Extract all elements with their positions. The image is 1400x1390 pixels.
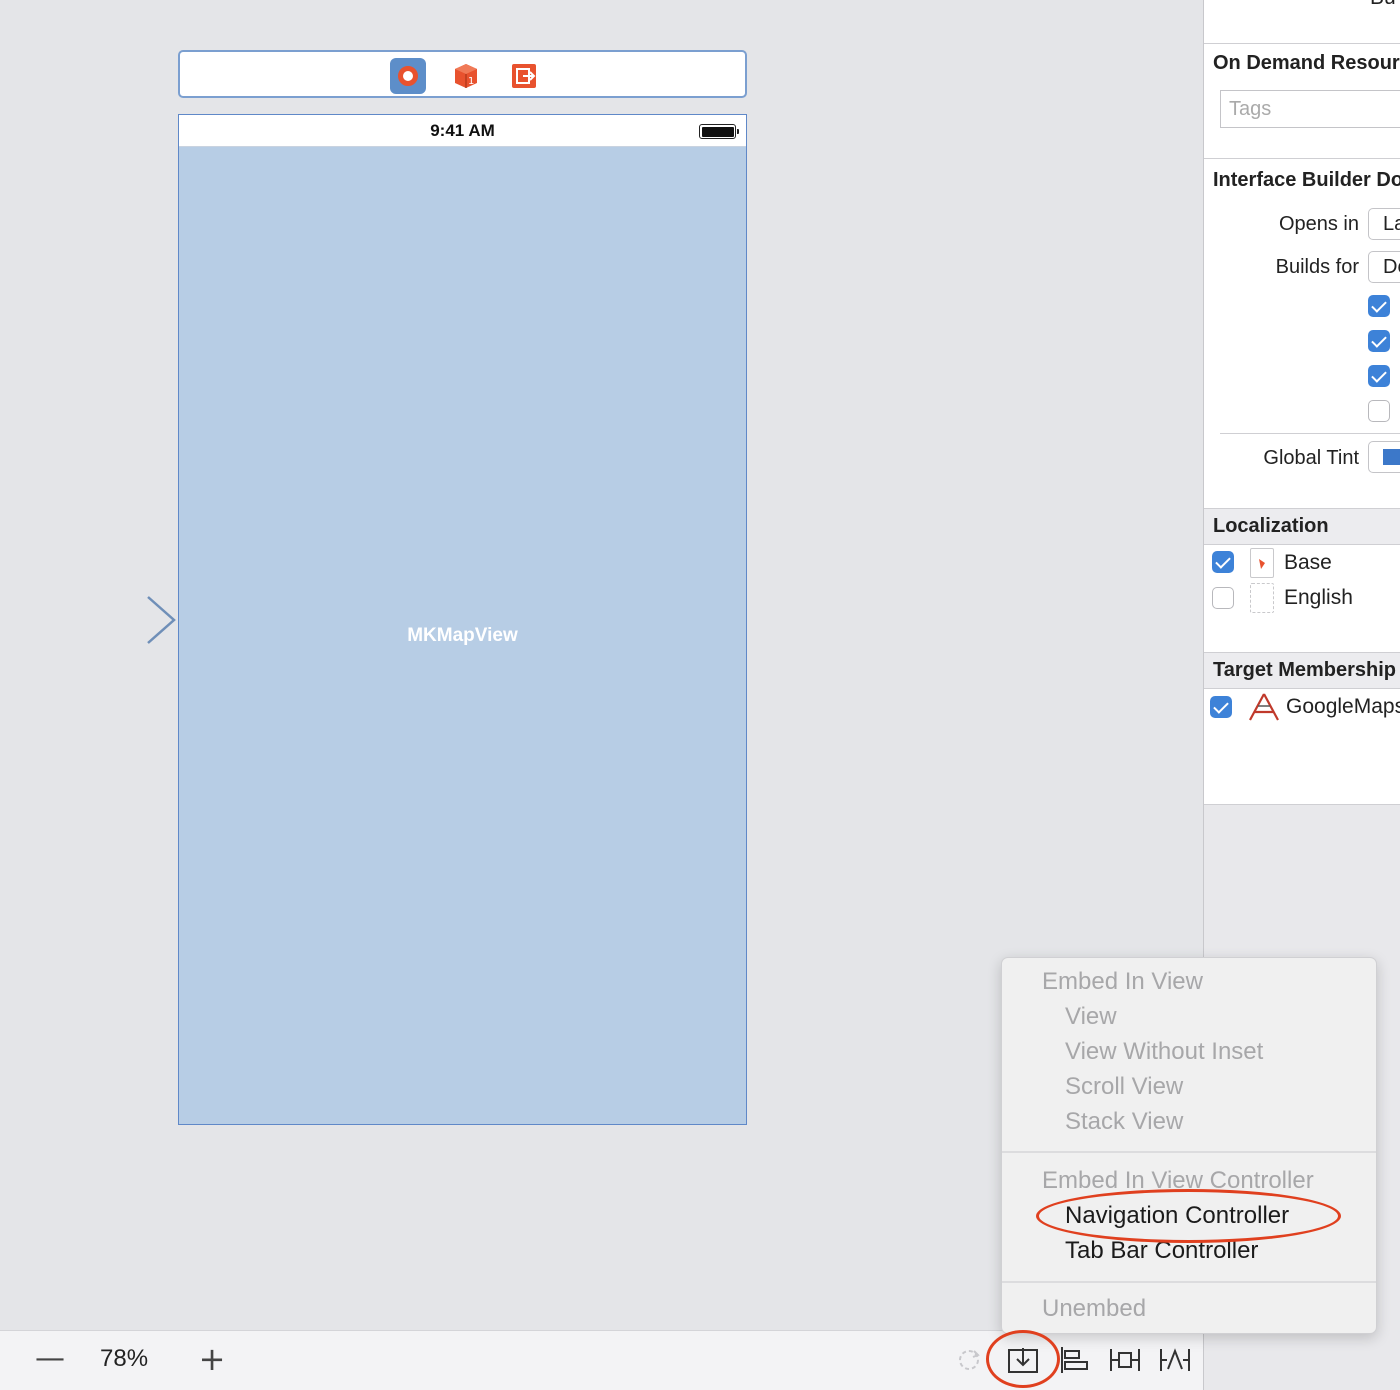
- use-safe-area-guides-checkbox[interactable]: [1368, 365, 1390, 387]
- svg-text:1: 1: [468, 76, 474, 87]
- localization-base-checkbox[interactable]: [1212, 551, 1234, 573]
- map-view-label: MKMapView: [407, 625, 518, 646]
- builds-for-label: Builds for: [1275, 256, 1359, 278]
- menu-item-tab-bar-controller[interactable]: Tab Bar Controller: [1065, 1237, 1258, 1265]
- menu-header-embed-in-view: Embed In View: [1042, 968, 1203, 995]
- menu-item-scroll-view[interactable]: Scroll View: [1065, 1073, 1183, 1101]
- target-membership-title: Target Membership: [1213, 659, 1396, 681]
- interface-builder-document-title: Interface Builder Document: [1213, 169, 1400, 191]
- menu-separator: [1002, 1281, 1376, 1283]
- menu-header-embed-in-view-controller: Embed In View Controller: [1042, 1167, 1314, 1194]
- localization-title: Localization: [1213, 515, 1329, 537]
- scene-dock: 1: [178, 50, 747, 98]
- embed-in-icon[interactable]: [1006, 1345, 1040, 1375]
- global-tint-swatch: [1383, 449, 1400, 465]
- target-googlemaps-checkbox[interactable]: [1210, 696, 1232, 718]
- use-autolayout-checkbox[interactable]: [1368, 295, 1390, 317]
- view-controller-scene[interactable]: 9:41 AM MKMapView: [178, 114, 747, 1125]
- localization-english-checkbox[interactable]: [1212, 587, 1234, 609]
- align-icon[interactable]: [1058, 1345, 1092, 1375]
- menu-item-unembed[interactable]: Unembed: [1042, 1295, 1146, 1323]
- menu-item-view[interactable]: View: [1065, 1003, 1117, 1031]
- use-as-launch-screen-checkbox[interactable]: [1368, 400, 1390, 422]
- divider: [1204, 158, 1400, 159]
- target-googlemaps-label: GoogleMaps: [1286, 695, 1400, 718]
- canvas-bottom-bar: — 78% +: [0, 1330, 1203, 1390]
- tags-field[interactable]: Tags: [1220, 90, 1400, 128]
- builds-for-popup[interactable]: Deployment Target: [1368, 251, 1400, 283]
- embed-in-menu: Embed In View View View Without Inset Sc…: [1001, 957, 1377, 1334]
- first-responder-icon[interactable]: 1: [448, 58, 484, 94]
- battery-icon: [699, 124, 739, 139]
- view-controller-icon[interactable]: [390, 58, 426, 94]
- empty-file-icon: [1250, 583, 1274, 613]
- divider: [1204, 43, 1400, 44]
- status-time: 9:41 AM: [430, 121, 495, 140]
- menu-separator: [1002, 1151, 1376, 1153]
- divider: [1204, 688, 1400, 689]
- use-trait-variations-checkbox[interactable]: [1368, 330, 1390, 352]
- localization-english-label: English: [1284, 586, 1353, 609]
- app-target-icon: [1249, 693, 1279, 721]
- divider: [1204, 544, 1400, 545]
- global-tint-label: Global Tint: [1263, 447, 1359, 469]
- inspector-header-fragment: Bu: [1370, 0, 1396, 10]
- exit-icon[interactable]: [506, 58, 542, 94]
- zoom-out-button[interactable]: —: [34, 1343, 66, 1375]
- menu-item-navigation-controller[interactable]: Navigation Controller: [1065, 1202, 1289, 1230]
- opens-in-label: Opens in: [1278, 213, 1359, 235]
- resolve-autolayout-icon[interactable]: [1158, 1345, 1192, 1375]
- pin-icon[interactable]: [1108, 1345, 1142, 1375]
- zoom-in-button[interactable]: +: [196, 1343, 228, 1375]
- divider: [1220, 433, 1400, 434]
- strings-file-icon: [1250, 548, 1274, 578]
- opens-in-popup[interactable]: Latest Xcode: [1368, 208, 1400, 240]
- localization-base-label: Base: [1284, 551, 1332, 574]
- update-frames-icon[interactable]: [952, 1345, 986, 1375]
- initial-scene-arrow-icon[interactable]: [30, 595, 178, 645]
- on-demand-resources-title: On Demand Resources: [1213, 52, 1400, 74]
- status-bar: 9:41 AM: [179, 115, 746, 147]
- menu-item-view-without-inset[interactable]: View Without Inset: [1065, 1038, 1263, 1066]
- menu-item-stack-view[interactable]: Stack View: [1065, 1108, 1183, 1136]
- zoom-level: 78%: [100, 1345, 149, 1372]
